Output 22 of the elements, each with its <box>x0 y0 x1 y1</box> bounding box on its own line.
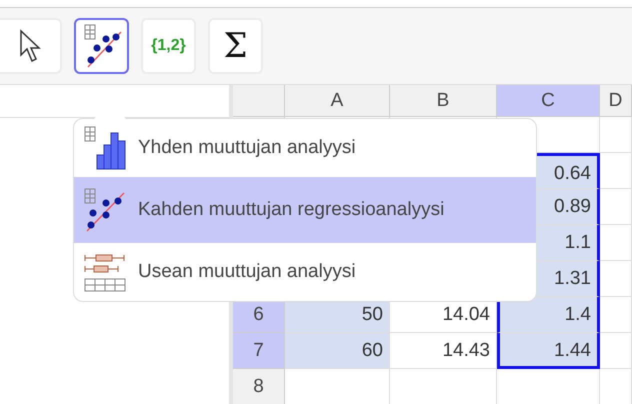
menu-item[interactable]: Kahden muuttujan regressioanalyysi <box>74 177 536 243</box>
table-cell <box>600 189 632 225</box>
regression-tool-button[interactable] <box>74 18 129 74</box>
bar-chart-icon <box>82 125 128 171</box>
pointer-icon <box>19 29 41 63</box>
column-header[interactable]: C <box>497 85 600 117</box>
row-header[interactable]: 7 <box>233 333 285 369</box>
column-header[interactable]: D <box>600 85 632 117</box>
table-cell <box>600 261 632 297</box>
column-header[interactable]: A <box>285 85 390 117</box>
sum-tool-button[interactable]: Σ <box>208 18 263 74</box>
table-cell <box>600 153 632 189</box>
column-header[interactable]: B <box>390 85 497 117</box>
table-cell: 60 <box>285 333 390 369</box>
row-header[interactable]: 8 <box>233 369 285 404</box>
table-cell: 1.44 <box>497 333 600 369</box>
table-cell: 1.4 <box>497 297 600 333</box>
table-cell <box>600 297 632 333</box>
table-cell <box>600 333 632 369</box>
table-cell <box>600 117 632 153</box>
pointer-tool-button[interactable] <box>0 18 62 74</box>
table-cell <box>600 225 632 261</box>
